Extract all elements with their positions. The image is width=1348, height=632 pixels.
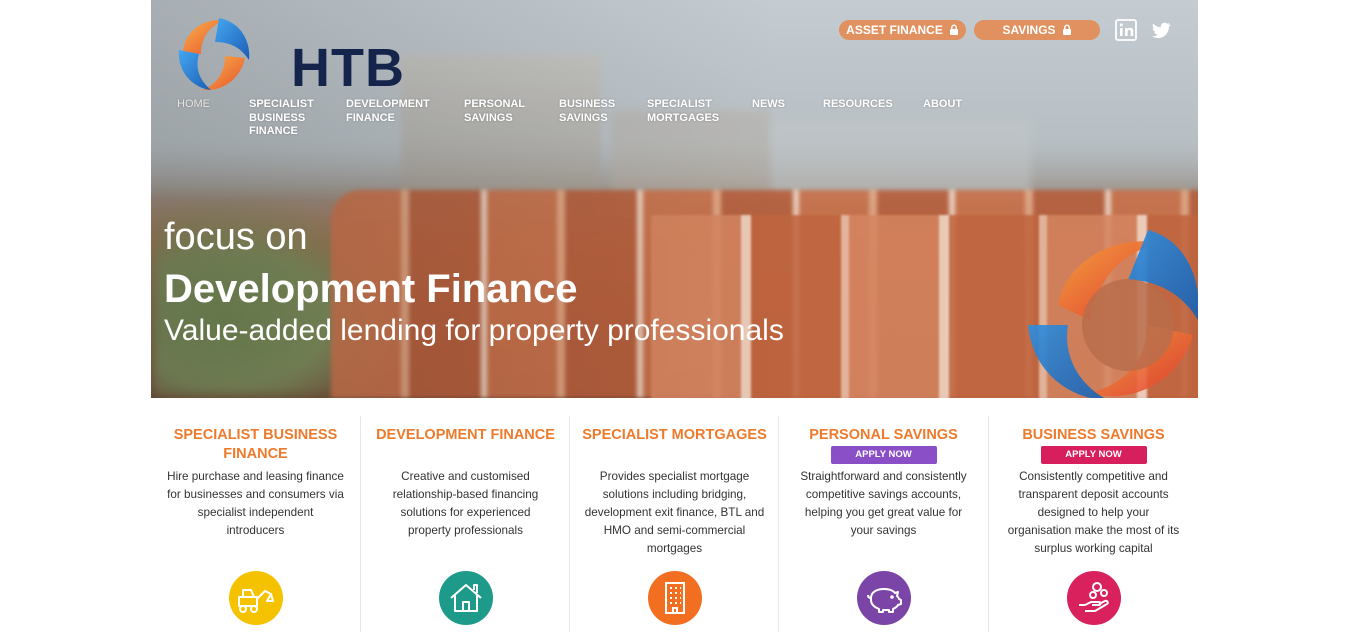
brand-swirl-graphic xyxy=(1028,230,1198,398)
nav-development-finance[interactable]: DEVELOPMENT FINANCE xyxy=(346,98,430,125)
nav-about[interactable]: ABOUT xyxy=(923,98,962,112)
card-specialist-business-finance: SPECIALIST BUSINESS FINANCE Hire purchase… xyxy=(151,416,360,632)
nav-resources[interactable]: RESOURCES xyxy=(823,98,893,112)
nav-home[interactable]: HOME xyxy=(177,98,210,112)
card-title[interactable]: PERSONAL SAVINGS xyxy=(785,426,982,445)
piggy-bank-icon[interactable] xyxy=(856,571,911,625)
hero-banner: HTB ASSET FINANCE SAVINGS HOME SPECIALIS… xyxy=(151,0,1198,398)
nav-business-savings[interactable]: BUSINESS SAVINGS xyxy=(559,98,615,125)
card-personal-savings: PERSONAL SAVINGS APPLY NOW Straightforwa… xyxy=(778,416,988,632)
hero-subheadline: Value-added lending for property profess… xyxy=(164,314,784,347)
card-title[interactable]: BUSINESS SAVINGS xyxy=(995,426,1192,445)
card-specialist-mortgages: SPECIALIST MORTGAGES Provides specialist… xyxy=(569,416,779,632)
main-nav: HOME SPECIALIST BUSINESS FINANCE DEVELOPME… xyxy=(151,98,1198,148)
savings-label: SAVINGS xyxy=(1002,23,1056,37)
hero-tagline: focus on xyxy=(164,216,308,258)
apply-now-button[interactable]: APPLY NOW xyxy=(1040,446,1147,464)
nav-news[interactable]: NEWS xyxy=(752,98,785,112)
linkedin-icon[interactable] xyxy=(1115,19,1137,41)
card-description: Consistently competitive and transparent … xyxy=(1007,470,1180,555)
logo-wordmark: HTB xyxy=(291,38,405,98)
card-title[interactable]: SPECIALIST MORTGAGES xyxy=(576,426,773,445)
twitter-icon[interactable] xyxy=(1150,19,1172,41)
house-icon[interactable] xyxy=(438,571,493,625)
card-description: Provides specialist mortgage solutions in… xyxy=(584,470,765,555)
product-cards: SPECIALIST BUSINESS FINANCE Hire purchase… xyxy=(151,416,1198,632)
card-description: Hire purchase and leasing finance for bus… xyxy=(167,470,344,537)
card-business-savings: BUSINESS SAVINGS APPLY NOW Consistently … xyxy=(988,416,1198,632)
asset-finance-button[interactable]: ASSET FINANCE xyxy=(839,20,966,40)
card-description: Straightforward and consistently competit… xyxy=(800,470,967,537)
nav-specialist-mortgages[interactable]: SPECIALIST MORTGAGES xyxy=(647,98,719,125)
asset-finance-label: ASSET FINANCE xyxy=(846,23,943,37)
page: HTB ASSET FINANCE SAVINGS HOME SPECIALIS… xyxy=(151,0,1198,632)
htb-swirl-icon xyxy=(178,18,250,91)
htb-logo[interactable]: HTB xyxy=(175,16,404,96)
building-icon[interactable] xyxy=(647,571,702,625)
card-title[interactable]: DEVELOPMENT FINANCE xyxy=(367,426,564,445)
apply-now-button[interactable]: APPLY NOW xyxy=(830,446,937,464)
card-title[interactable]: SPECIALIST BUSINESS FINANCE xyxy=(157,426,354,464)
nav-personal-savings[interactable]: PERSONAL SAVINGS xyxy=(464,98,525,125)
hero-headline: Development Finance xyxy=(164,267,578,311)
lock-icon xyxy=(1062,21,1072,41)
card-development-finance: DEVELOPMENT FINANCE Creative and customi… xyxy=(360,416,570,632)
digger-icon[interactable] xyxy=(228,571,283,625)
lock-icon xyxy=(949,21,959,41)
nav-specialist-business-finance[interactable]: SPECIALIST BUSINESS FINANCE xyxy=(249,98,314,139)
hand-coins-icon[interactable] xyxy=(1066,571,1121,625)
card-description: Creative and customised relationship-base… xyxy=(392,470,539,537)
savings-button[interactable]: SAVINGS xyxy=(974,20,1100,40)
